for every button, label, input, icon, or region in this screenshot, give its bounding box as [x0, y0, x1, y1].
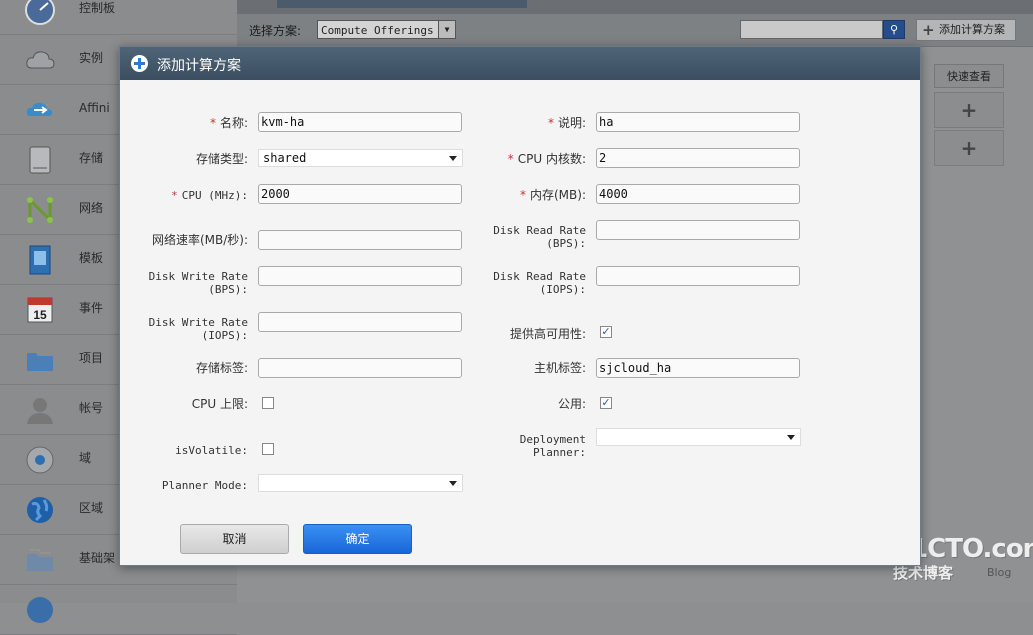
- cancel-button[interactable]: 取消: [180, 524, 289, 554]
- dashboard-icon: [25, 0, 55, 25]
- network-icon: [27, 197, 53, 223]
- top-strip: [237, 0, 1033, 14]
- chevron-down-icon: ▼: [438, 21, 455, 38]
- storage-tags-field[interactable]: [258, 358, 462, 378]
- sidebar-item-label: Affini: [79, 101, 110, 115]
- search-button[interactable]: ⚲: [883, 20, 905, 39]
- svg-text:15: 15: [33, 308, 47, 322]
- memory-field[interactable]: 4000: [596, 184, 800, 204]
- quickview-header: 快速查看: [934, 64, 1004, 88]
- public-checkbox[interactable]: ✓: [600, 397, 612, 409]
- disk-read-iops-label: Disk Read Rate (IOPS):: [493, 270, 586, 296]
- folder-icon: [27, 353, 53, 371]
- chevron-down-icon: [449, 156, 457, 161]
- sidebar-item-label: 实例: [79, 51, 104, 65]
- offer-ha-checkbox[interactable]: ✓: [600, 326, 612, 338]
- public-label: 公用:: [557, 397, 586, 411]
- add-icon: [131, 55, 148, 72]
- sidebar-item-label: 项目: [79, 351, 104, 365]
- storage-icon: [29, 146, 51, 174]
- network-rate-label: 网络速率(MB/秒):: [151, 233, 248, 247]
- sidebar-item-more[interactable]: [0, 585, 237, 635]
- memory-label: * 内存(MB):: [520, 188, 586, 202]
- sidebar-item-dashboard[interactable]: 控制板: [0, 0, 237, 35]
- required-icon: *: [171, 189, 178, 202]
- storage-tags-label: 存储标签:: [195, 361, 248, 375]
- offer-ha-label: 提供高可用性:: [509, 327, 586, 341]
- plus-icon: +: [960, 98, 978, 122]
- affinity-icon: [26, 102, 52, 116]
- cpu-mhz-label: * CPU (MHz):: [171, 189, 248, 202]
- infrastructure-icon: [27, 549, 53, 571]
- chevron-down-icon: [449, 481, 457, 486]
- dialog-title: 添加计算方案: [157, 58, 241, 74]
- plus-icon: +: [922, 21, 935, 39]
- sidebar-item-label: 模板: [79, 251, 104, 265]
- planner-mode-select[interactable]: [258, 474, 463, 492]
- toolbar: 选择方案: Compute Offerings ▼ ⚲ + 添加计算方案: [237, 14, 1033, 47]
- sidebar-item-label: 帐号: [79, 401, 104, 415]
- plus-icon: +: [960, 136, 978, 160]
- template-icon: [29, 245, 51, 275]
- breadcrumb[interactable]: [277, 0, 527, 8]
- quickview-button[interactable]: +: [934, 130, 1004, 166]
- description-field[interactable]: ha: [596, 112, 800, 132]
- disk-read-bps-label: Disk Read Rate (BPS):: [493, 224, 586, 250]
- search-icon: ⚲: [889, 23, 899, 36]
- disk-write-iops-label: Disk Write Rate (IOPS):: [148, 316, 248, 342]
- cpu-cap-label: CPU 上限:: [191, 397, 248, 411]
- cpu-cap-checkbox[interactable]: [262, 397, 274, 409]
- disk-read-iops-field[interactable]: [596, 266, 800, 286]
- is-volatile-checkbox[interactable]: [262, 443, 274, 455]
- disk-read-bps-field[interactable]: [596, 220, 800, 240]
- sidebar-item-label: 控制板: [79, 1, 116, 15]
- name-label: * 名称:: [209, 116, 248, 130]
- quickview-button[interactable]: +: [934, 92, 1004, 128]
- required-icon: *: [520, 188, 526, 202]
- sidebar-item-label: 存储: [79, 151, 104, 165]
- sidebar-item-label: 事件: [79, 301, 104, 315]
- cpu-mhz-field[interactable]: 2000: [258, 184, 462, 204]
- globe-icon: [27, 597, 53, 623]
- network-rate-field[interactable]: [258, 230, 462, 250]
- offering-select-value: Compute Offerings: [321, 24, 434, 37]
- globe-icon: [27, 497, 53, 523]
- required-icon: *: [547, 116, 554, 130]
- deployment-planner-label: Deployment Planner:: [519, 433, 586, 459]
- planner-mode-label: Planner Mode:: [161, 479, 248, 492]
- offering-select[interactable]: Compute Offerings ▼: [317, 20, 456, 39]
- domain-icon: [26, 446, 54, 474]
- description-label: * 说明:: [547, 116, 586, 130]
- storage-type-label: 存储类型:: [195, 152, 248, 166]
- cpu-cores-label: * CPU 内核数:: [507, 152, 586, 166]
- add-compute-offering-button[interactable]: + 添加计算方案: [916, 19, 1016, 41]
- deployment-planner-select[interactable]: [596, 428, 801, 446]
- is-volatile-label: isVolatile:: [175, 444, 248, 457]
- select-offering-label: 选择方案:: [249, 24, 302, 38]
- required-icon: *: [507, 152, 514, 166]
- sidebar-item-label: 域: [79, 451, 92, 465]
- disk-write-iops-field[interactable]: [258, 312, 462, 332]
- watermark-line3: Blog: [987, 566, 1012, 579]
- user-icon: [27, 398, 53, 424]
- cpu-cores-field[interactable]: 2: [596, 148, 800, 168]
- add-compute-offering-dialog: 添加计算方案 * 名称: kvm-ha 存储类型: shared * CPU (MH…: [119, 46, 921, 566]
- required-icon: *: [209, 116, 216, 130]
- cloud-icon: [26, 51, 55, 69]
- sidebar-item-label: 区域: [79, 501, 104, 515]
- chevron-down-icon: [787, 435, 795, 440]
- name-field[interactable]: kvm-ha: [258, 112, 462, 132]
- host-tags-field[interactable]: sjcloud_ha: [596, 358, 800, 378]
- ok-button[interactable]: 确定: [303, 524, 412, 554]
- search-input[interactable]: [740, 20, 883, 39]
- add-compute-offering-label: 添加计算方案: [939, 23, 1005, 36]
- disk-write-bps-label: Disk Write Rate (BPS):: [148, 270, 248, 296]
- storage-type-select[interactable]: shared: [258, 149, 463, 167]
- host-tags-label: 主机标签:: [533, 361, 586, 375]
- dialog-title-bar: 添加计算方案: [120, 47, 920, 80]
- calendar-icon: 15: [27, 297, 53, 323]
- sidebar-item-label: 网络: [79, 201, 104, 215]
- sidebar-item-label: 基础架: [79, 551, 116, 565]
- disk-write-bps-field[interactable]: [258, 266, 462, 286]
